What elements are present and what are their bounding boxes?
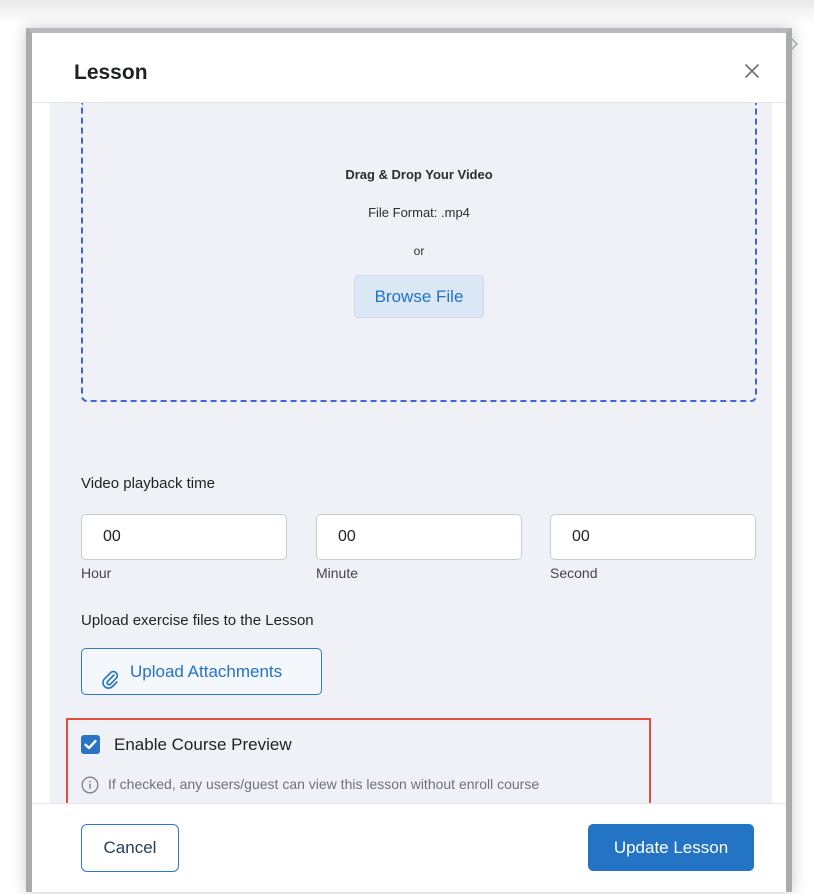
minute-input[interactable]: 00	[316, 514, 522, 560]
playback-time-label: Video playback time	[81, 475, 215, 492]
checkmark-icon	[84, 739, 97, 750]
info-icon	[81, 776, 99, 794]
second-input[interactable]: 00	[550, 514, 756, 560]
update-lesson-button[interactable]: Update Lesson	[588, 824, 754, 871]
browse-file-button[interactable]: Browse File	[354, 275, 484, 318]
modal-title: Lesson	[74, 61, 148, 84]
second-caption: Second	[550, 565, 598, 581]
lesson-modal: Lesson Drag & Drop Your Video File Forma…	[26, 28, 792, 892]
modal-header: Lesson	[32, 33, 786, 103]
dropzone-or-text: or	[413, 244, 425, 258]
enable-preview-label[interactable]: Enable Course Preview	[114, 735, 292, 755]
dropzone-title: Drag & Drop Your Video	[345, 167, 493, 182]
minute-caption: Minute	[316, 565, 359, 581]
hour-input[interactable]: 00	[81, 514, 287, 560]
video-dropzone[interactable]: Drag & Drop Your Video File Format: .mp4…	[81, 103, 757, 402]
upload-attachments-button[interactable]: Upload Attachments	[81, 648, 322, 695]
preview-info-text: If checked, any users/guest can view thi…	[108, 776, 540, 792]
upload-attachments-label: Upload Attachments	[130, 662, 283, 681]
hour-caption: Hour	[81, 565, 112, 581]
close-icon[interactable]	[740, 59, 764, 83]
modal-body: Drag & Drop Your Video File Format: .mp4…	[50, 103, 772, 809]
modal-footer: Cancel Update Lesson	[32, 803, 786, 892]
cancel-button[interactable]: Cancel	[81, 824, 179, 872]
course-preview-highlight: Enable Course Preview If checked, any us…	[66, 718, 651, 809]
enable-preview-checkbox[interactable]	[81, 735, 100, 754]
exercise-files-label: Upload exercise files to the Lesson	[81, 612, 314, 629]
paperclip-icon	[101, 661, 119, 689]
dropzone-file-format: File Format: .mp4	[368, 205, 470, 220]
